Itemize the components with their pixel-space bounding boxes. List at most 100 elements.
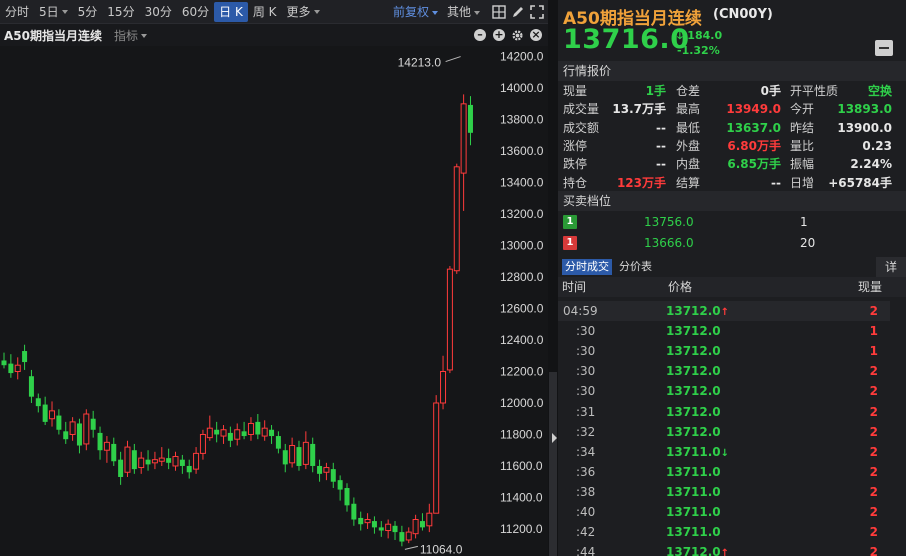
- quote-label: 仓差: [676, 84, 701, 98]
- candle-body: [296, 447, 302, 466]
- candle-body: [453, 166, 460, 272]
- trade-time: :31: [576, 404, 596, 419]
- expand-icon[interactable]: [530, 5, 544, 19]
- tab-time-sales[interactable]: 分时成交: [562, 259, 612, 275]
- candle: [124, 440, 131, 477]
- trade-price: 13711.0↓: [666, 444, 730, 459]
- trade-volume: 2: [869, 525, 878, 540]
- candle-body: [261, 427, 268, 437]
- candle-body: [234, 429, 241, 440]
- period-tab-15min[interactable]: 15分: [102, 2, 139, 22]
- collapse-arrow-icon[interactable]: [552, 433, 557, 443]
- quote-value: --: [771, 175, 781, 190]
- candle: [28, 369, 34, 403]
- candle-body: [138, 457, 145, 469]
- ask-level-row[interactable]: 1 13756.0 1: [558, 212, 906, 232]
- candle: [22, 344, 28, 370]
- quote-label: 日增: [790, 175, 815, 190]
- quote-row: 成交额 -- 最低 13637.0 昨结 13900.0: [558, 119, 906, 137]
- candle-body: [97, 432, 103, 451]
- period-more-dropdown[interactable]: 更多: [282, 2, 325, 22]
- candle: [344, 483, 350, 512]
- trade-volume: 2: [869, 444, 878, 459]
- zoom-in-button[interactable]: +: [493, 29, 505, 41]
- chevron-down-icon: [474, 10, 481, 15]
- header-volume: 现量: [857, 280, 882, 294]
- candle: [296, 440, 302, 471]
- quote-value: 6.80万手: [727, 138, 781, 153]
- period-tab-weekly[interactable]: 周 K: [248, 2, 282, 22]
- candle-body: [405, 531, 412, 541]
- candle: [1, 352, 7, 369]
- quote-value: --: [656, 138, 666, 153]
- y-tick-label: 14000.0: [500, 81, 544, 95]
- quote-value: 13.7万手: [612, 102, 666, 117]
- y-tick-label: 12200.0: [500, 365, 544, 379]
- high-annotation-label: 14213.0: [398, 56, 442, 70]
- period-tab-30min[interactable]: 30分: [140, 2, 177, 22]
- trade-price: 13712.0: [666, 364, 721, 379]
- candle: [426, 503, 433, 533]
- candle: [261, 420, 268, 441]
- trade-row: :36 13711.0 2: [558, 462, 906, 482]
- candle-body: [49, 410, 56, 420]
- candle: [186, 459, 192, 479]
- trade-time: :30: [576, 324, 596, 339]
- y-tick-label: 11800.0: [500, 427, 543, 441]
- candle: [317, 459, 323, 482]
- y-axis: 14200.0 14000.0 13800.0 13600.0 13400.0 13200…: [500, 50, 544, 536]
- candle-body: [378, 527, 384, 531]
- candle: [49, 401, 56, 427]
- adjust-dropdown[interactable]: 前复权: [393, 2, 439, 22]
- quote-value: 6.85万手: [727, 157, 781, 172]
- period-tab-timeshare[interactable]: 分时: [0, 2, 34, 22]
- candle-body: [433, 402, 440, 514]
- period-tab-5day[interactable]: 5日: [34, 2, 73, 22]
- trade-row: :44 13712.0↑ 2: [558, 542, 906, 556]
- trade-price: 13711.0: [666, 525, 721, 540]
- candle-body: [199, 433, 206, 454]
- quote-value: 0手: [760, 84, 781, 98]
- period-tab-daily[interactable]: 日 K: [214, 1, 248, 22]
- instrument-code: (CN00Y): [713, 7, 773, 22]
- trade-volume: 2: [869, 424, 878, 439]
- header-price: 价格: [668, 280, 693, 294]
- trade-volume: 2: [869, 464, 878, 479]
- period-tab-60min[interactable]: 60分: [177, 2, 214, 22]
- tab-price-table[interactable]: 分价表: [616, 259, 655, 275]
- period-tab-5min[interactable]: 5分: [73, 2, 103, 22]
- candle-body: [467, 104, 473, 133]
- period-tab-label: 5日: [39, 4, 59, 19]
- quote-label: 最低: [676, 120, 701, 135]
- candle-body: [151, 459, 158, 464]
- candle-body: [1, 360, 7, 366]
- close-chart-button[interactable]: ×: [530, 29, 542, 41]
- y-tick-label: 12000.0: [500, 396, 544, 410]
- detail-button[interactable]: 详: [876, 257, 906, 277]
- quote-value: 0.23: [862, 138, 892, 153]
- zoom-out-button[interactable]: –: [474, 29, 486, 41]
- trade-time: :44: [576, 545, 596, 556]
- candle-body: [111, 443, 117, 462]
- trade-price: 13711.0: [666, 484, 721, 499]
- scrollbar[interactable]: [890, 297, 906, 556]
- candle-body: [275, 436, 281, 449]
- candle-body: [399, 532, 405, 542]
- grid-icon[interactable]: [492, 5, 506, 19]
- indicator-dropdown[interactable]: 指标: [114, 27, 148, 44]
- collapse-button[interactable]: [875, 40, 893, 56]
- y-tick-label: 11200.0: [500, 522, 543, 536]
- other-dropdown[interactable]: 其他: [447, 2, 481, 22]
- candle: [69, 417, 76, 441]
- trade-volume: 2: [869, 545, 878, 556]
- bid-level-row[interactable]: 1 13666.0 20: [558, 233, 906, 253]
- settings-gear-icon[interactable]: [511, 29, 524, 42]
- candle-body: [364, 519, 371, 524]
- trade-time: 04:59: [563, 304, 598, 318]
- quote-label: 量比: [790, 138, 815, 153]
- pen-icon[interactable]: [511, 5, 525, 19]
- panel-resize-handle[interactable]: [549, 372, 557, 556]
- candle: [412, 514, 419, 539]
- level-price: 13756.0: [644, 215, 694, 229]
- candle-body: [90, 418, 96, 430]
